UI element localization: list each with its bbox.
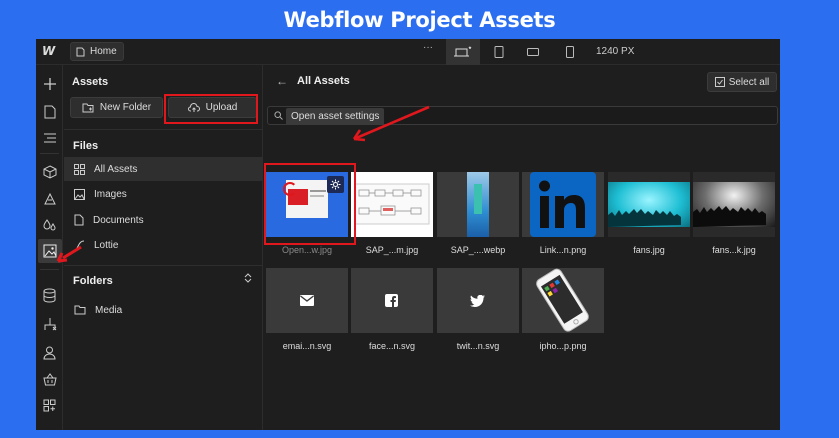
arrow-to-assets-icon (62, 245, 82, 260)
webflow-app-window: W Home ··· 1240 PX Assets New Folder Upl… (36, 39, 780, 430)
annotation-arrows (56, 105, 430, 263)
arrow-to-settings (353, 105, 430, 141)
page-title: Webflow Project Assets (283, 8, 556, 32)
